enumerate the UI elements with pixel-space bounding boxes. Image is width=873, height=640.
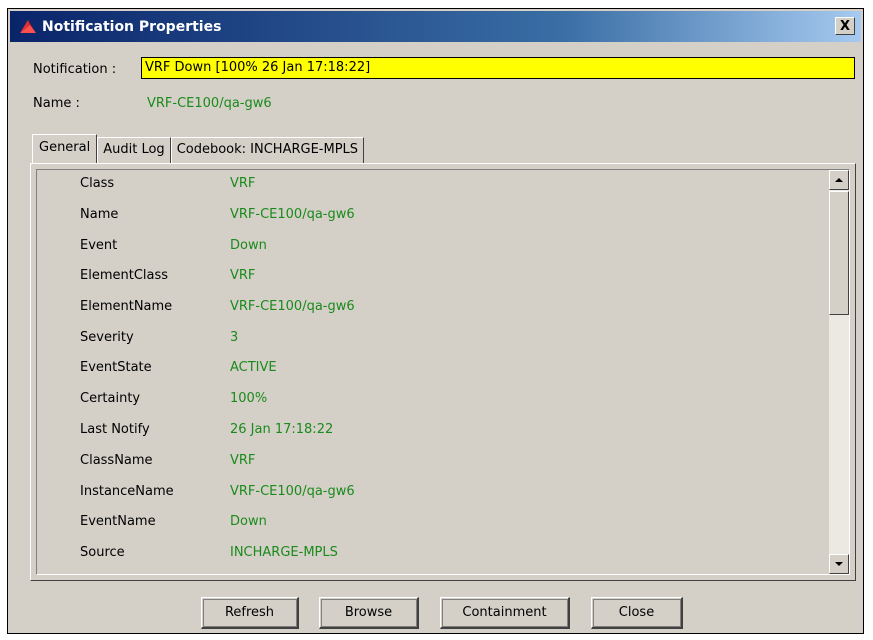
table-row[interactable]: ElementClass VRF xyxy=(37,262,827,291)
table-row[interactable]: EventState ACTIVE xyxy=(37,354,827,383)
property-value: 26 Jan 17:18:22 xyxy=(230,422,334,437)
general-tab-panel: Class VRF Name VRF-CE100/qa-gw6 Event Do… xyxy=(30,163,856,581)
title-bar[interactable]: Notification Properties X xyxy=(10,11,861,42)
app-logo-icon xyxy=(20,19,36,33)
property-value: VRF xyxy=(230,176,256,191)
table-row[interactable]: InstanceName VRF-CE100/qa-gw6 xyxy=(37,478,827,507)
property-key: Event xyxy=(80,238,118,253)
property-key: ElementName xyxy=(80,299,173,314)
close-button[interactable]: Close xyxy=(591,597,683,629)
property-value: Down xyxy=(230,238,267,253)
property-value: Down xyxy=(230,514,267,529)
close-window-button[interactable]: X xyxy=(835,17,855,35)
refresh-button[interactable]: Refresh xyxy=(201,597,299,629)
table-row[interactable]: EventName Down xyxy=(37,508,827,537)
browse-button[interactable]: Browse xyxy=(319,597,419,629)
property-key: Severity xyxy=(80,330,134,345)
property-value: 3 xyxy=(230,330,239,345)
property-key: EventName xyxy=(80,514,156,529)
properties-list[interactable]: Class VRF Name VRF-CE100/qa-gw6 Event Do… xyxy=(36,169,850,575)
property-value: VRF-CE100/qa-gw6 xyxy=(230,207,355,222)
property-value: INCHARGE-MPLS xyxy=(230,545,338,560)
tab-audit-log[interactable]: Audit Log xyxy=(97,137,171,163)
scroll-up-button[interactable] xyxy=(829,170,849,190)
name-label: Name : xyxy=(33,96,80,111)
property-key: EventState xyxy=(80,360,152,375)
table-row[interactable]: ElementName VRF-CE100/qa-gw6 xyxy=(37,293,827,322)
property-key: Last Notify xyxy=(80,422,150,437)
window-title: Notification Properties xyxy=(42,18,222,35)
properties-table: Class VRF Name VRF-CE100/qa-gw6 Event Do… xyxy=(37,170,829,574)
notification-properties-window: Notification Properties X Notification :… xyxy=(7,8,864,634)
table-row[interactable]: Class VRF xyxy=(37,170,827,199)
property-value: ACTIVE xyxy=(230,360,277,375)
name-value: VRF-CE100/qa-gw6 xyxy=(147,96,272,111)
arrow-up-icon xyxy=(835,178,843,182)
property-key: Class xyxy=(80,176,115,191)
arrow-down-icon xyxy=(835,562,843,566)
table-row[interactable]: Certainty 100% xyxy=(37,385,827,414)
property-key: Certainty xyxy=(80,391,141,406)
tab-codebook[interactable]: Codebook: INCHARGE-MPLS xyxy=(170,137,365,163)
property-value: 100% xyxy=(230,391,268,406)
tab-general[interactable]: General xyxy=(32,134,98,163)
vertical-scrollbar[interactable] xyxy=(829,170,849,574)
scrollbar-thumb[interactable] xyxy=(829,191,849,315)
notification-label: Notification : xyxy=(33,62,117,77)
scroll-down-button[interactable] xyxy=(829,554,849,574)
property-key: InstanceName xyxy=(80,484,174,499)
tab-bar: General Audit Log Codebook: INCHARGE-MPL… xyxy=(32,134,365,163)
property-value: VRF xyxy=(230,453,256,468)
property-value: VRF-CE100/qa-gw6 xyxy=(230,484,355,499)
table-row[interactable]: ClassName VRF xyxy=(37,447,827,476)
property-value: VRF xyxy=(230,268,256,283)
table-row[interactable]: Severity 3 xyxy=(37,324,827,353)
table-row[interactable]: Event Down xyxy=(37,232,827,261)
table-row[interactable]: Source INCHARGE-MPLS xyxy=(37,539,827,568)
property-key: Name xyxy=(80,207,119,222)
table-row[interactable]: Last Notify 26 Jan 17:18:22 xyxy=(37,416,827,445)
notification-field[interactable]: VRF Down [100% 26 Jan 17:18:22] xyxy=(141,57,855,79)
property-key: ElementClass xyxy=(80,268,169,283)
table-row[interactable]: Name VRF-CE100/qa-gw6 xyxy=(37,201,827,230)
property-key: ClassName xyxy=(80,453,153,468)
containment-button[interactable]: Containment xyxy=(440,597,570,629)
property-key: Source xyxy=(80,545,125,560)
property-value: VRF-CE100/qa-gw6 xyxy=(230,299,355,314)
close-icon: X xyxy=(839,18,851,34)
